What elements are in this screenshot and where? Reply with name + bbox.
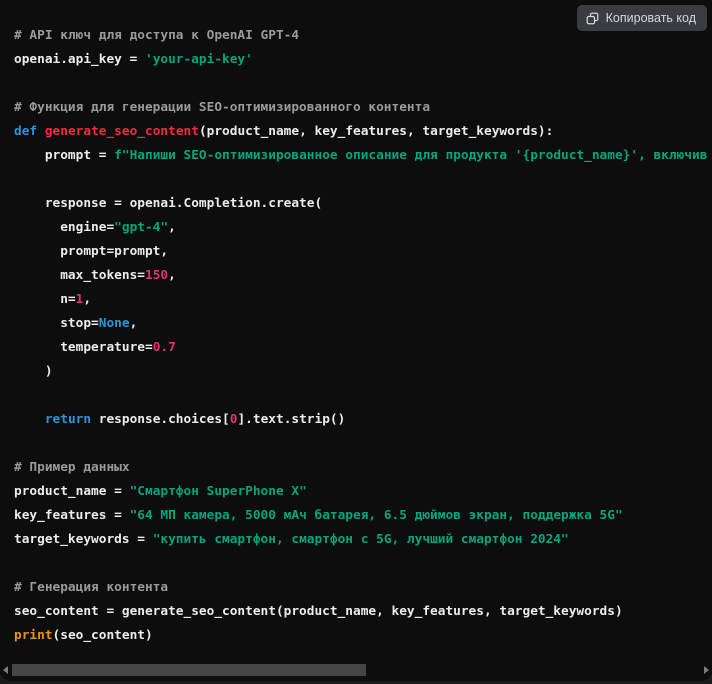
code-block: Копировать код # API ключ для доступа к … [0, 0, 712, 681]
code-line: seo_content = generate_seo_content(produ… [14, 600, 712, 624]
code-line: # Генерация контента [14, 576, 712, 600]
copy-icon [586, 12, 599, 25]
code-line: engine="gpt-4", [14, 216, 712, 240]
code-line: max_tokens=150, [14, 264, 712, 288]
scroll-right-arrow-icon[interactable] [704, 666, 709, 674]
scrollbar-thumb[interactable] [12, 664, 366, 676]
copy-code-label: Копировать код [606, 10, 696, 26]
code-line: product_name = "Смартфон SuperPhone X" [14, 480, 712, 504]
code-line [14, 168, 712, 192]
code-line: # Пример данных [14, 456, 712, 480]
code-line: return response.choices[0].text.strip() [14, 408, 712, 432]
code-content: # API ключ для доступа к OpenAI GPT-4ope… [0, 0, 712, 648]
code-line: target_keywords = "купить смартфон, смар… [14, 528, 712, 552]
copy-code-button[interactable]: Копировать код [577, 5, 707, 31]
code-line: def generate_seo_content(product_name, k… [14, 120, 712, 144]
code-line: stop=None, [14, 312, 712, 336]
code-line: response = openai.Completion.create( [14, 192, 712, 216]
code-line: ) [14, 360, 712, 384]
code-line: n=1, [14, 288, 712, 312]
code-line [14, 552, 712, 576]
horizontal-scrollbar[interactable] [0, 663, 712, 677]
code-line: temperature=0.7 [14, 336, 712, 360]
code-line: openai.api_key = 'your-api-key' [14, 48, 712, 72]
code-line [14, 384, 712, 408]
code-line: key_features = "64 МП камера, 5000 мАч б… [14, 504, 712, 528]
code-line: print(seo_content) [14, 624, 712, 648]
code-line: prompt = f"Напиши SEO-оптимизированное о… [14, 144, 712, 168]
code-line [14, 432, 712, 456]
code-line [14, 72, 712, 96]
code-line: prompt=prompt, [14, 240, 712, 264]
code-line: # Функция для генерации SEO-оптимизирова… [14, 96, 712, 120]
scroll-left-arrow-icon[interactable] [3, 666, 8, 674]
